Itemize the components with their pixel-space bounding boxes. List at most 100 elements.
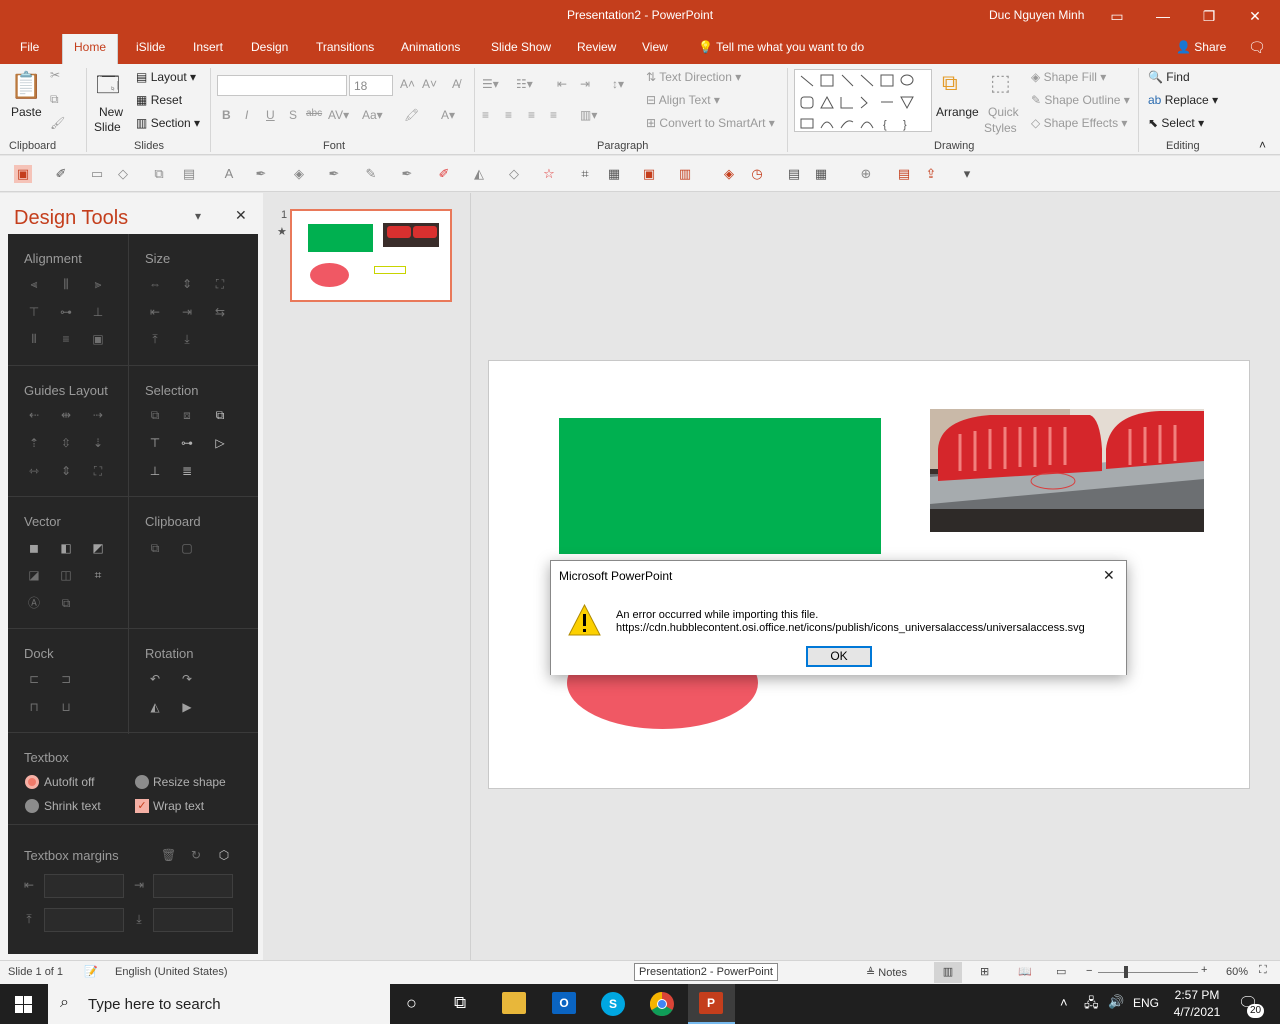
- volume-icon[interactable]: 🔊: [1108, 994, 1124, 1010]
- paste-button[interactable]: Paste: [11, 105, 42, 119]
- align-right-icon[interactable]: ≡: [528, 108, 535, 122]
- dock-top-icon[interactable]: ⊓: [27, 700, 41, 714]
- duplicate-icon[interactable]: ⧉: [59, 596, 73, 610]
- close-pane-icon[interactable]: ✕: [235, 207, 247, 224]
- align-left-icon[interactable]: ≡: [482, 108, 489, 122]
- dock-left-icon[interactable]: ⊏: [27, 672, 41, 686]
- trash-icon[interactable]: 🗑: [161, 848, 176, 862]
- dock-bottom-icon[interactable]: ⊔: [59, 700, 73, 714]
- guide-height-icon[interactable]: ⇕: [59, 464, 73, 478]
- swap-size-icon[interactable]: ⇆: [213, 305, 227, 319]
- share-button[interactable]: 👤 Share: [1170, 34, 1232, 64]
- guide-middle-icon[interactable]: ⇳: [59, 436, 73, 450]
- columns-icon[interactable]: ▥▾: [580, 108, 597, 122]
- wrap-text-checkbox[interactable]: ✓: [135, 799, 149, 813]
- crop-icon[interactable]: ⌗: [576, 165, 594, 183]
- align-middle-icon[interactable]: ⊶: [59, 305, 73, 319]
- character-spacing-icon[interactable]: AV▾: [328, 108, 349, 122]
- rotate-right-icon[interactable]: ↷: [180, 672, 194, 686]
- fragment-icon[interactable]: ◩: [91, 541, 105, 555]
- select-row-icon[interactable]: ≣: [180, 464, 194, 478]
- network-icon[interactable]: 🖧: [1084, 994, 1099, 1016]
- new-slide-icon[interactable]: 🗔: [96, 68, 120, 106]
- tab-file[interactable]: File: [14, 34, 45, 64]
- cut-icon[interactable]: ✂: [50, 68, 60, 82]
- tab-islide[interactable]: iSlide: [130, 34, 171, 64]
- chrome-icon[interactable]: [650, 992, 674, 1016]
- stretch-right-icon[interactable]: ⇥: [180, 305, 194, 319]
- shape-fill-button[interactable]: ◈ Shape Fill ▾: [1031, 70, 1106, 84]
- combine-icon[interactable]: ◧: [59, 541, 73, 555]
- shape-icon[interactable]: ◇: [505, 165, 523, 183]
- copy-icon[interactable]: ⧉: [50, 92, 59, 107]
- same-size-icon[interactable]: ⛶: [213, 277, 227, 291]
- increase-indent-icon[interactable]: ⇥: [580, 77, 590, 91]
- distribute-vertical-icon[interactable]: ≡: [59, 332, 73, 346]
- cortana-icon[interactable]: ○: [406, 993, 417, 1014]
- strikethrough-icon[interactable]: abc: [306, 108, 322, 119]
- stretch-top-icon[interactable]: ⤒: [148, 332, 162, 346]
- spellcheck-icon[interactable]: 📝: [84, 965, 98, 978]
- guide-frame-icon[interactable]: ⛶: [91, 464, 105, 478]
- text-to-shape-icon[interactable]: Ⓐ: [27, 596, 41, 610]
- dialog-close-icon[interactable]: ✕: [1103, 567, 1115, 584]
- highlight-icon[interactable]: 🖍: [404, 108, 419, 122]
- picture-icon[interactable]: ▦: [605, 165, 623, 183]
- shadow-icon[interactable]: S: [289, 108, 297, 122]
- copy-icon[interactable]: ⧉: [148, 541, 162, 555]
- fit-slide-icon[interactable]: ⛶: [1259, 964, 1267, 977]
- numbering-icon[interactable]: ☷▾: [516, 77, 533, 91]
- powerpoint-taskbar-button[interactable]: P: [688, 984, 735, 1024]
- settings-icon[interactable]: ⬡: [217, 848, 231, 862]
- outlook-icon[interactable]: O: [552, 992, 576, 1014]
- export-icon[interactable]: ▤: [895, 165, 913, 183]
- clear-formatting-icon[interactable]: A̸: [452, 77, 460, 91]
- timer-icon[interactable]: ◷: [748, 165, 766, 183]
- grow-font-icon[interactable]: A˄: [400, 77, 415, 91]
- minimize-button[interactable]: —: [1140, 0, 1186, 32]
- ribbon-display-icon[interactable]: ▭: [1094, 0, 1140, 32]
- same-width-icon[interactable]: ⇔: [148, 277, 162, 291]
- zoom-out-icon[interactable]: −: [1086, 965, 1092, 977]
- language-status[interactable]: English (United States): [115, 966, 228, 978]
- tab-design[interactable]: Design: [245, 34, 294, 64]
- align-text-button[interactable]: ⊟ Align Text ▾: [646, 93, 720, 107]
- reset-button[interactable]: ▦ Reset: [136, 93, 182, 107]
- convert-smartart-button[interactable]: ⊞ Convert to SmartArt ▾: [646, 116, 775, 130]
- italic-icon[interactable]: I: [245, 108, 248, 122]
- zoom-slider[interactable]: [1098, 972, 1198, 973]
- intersect-icon[interactable]: ◪: [27, 568, 41, 582]
- quick-styles-button-line2[interactable]: Styles: [984, 121, 1017, 135]
- align-center-icon[interactable]: ≡: [505, 108, 512, 122]
- align-bottom-icon[interactable]: ⊥: [91, 305, 105, 319]
- bullets-icon[interactable]: ☰▾: [482, 77, 499, 91]
- select-same-icon[interactable]: ⧈: [180, 408, 194, 422]
- align-center-icon[interactable]: ⫼: [59, 277, 73, 291]
- font-color-icon[interactable]: A▾: [441, 108, 455, 122]
- skype-icon[interactable]: S: [601, 992, 625, 1016]
- comments-icon[interactable]: 🗨: [1242, 34, 1272, 64]
- new-slide-button[interactable]: New: [99, 105, 123, 119]
- align-to-slide-icon[interactable]: ▣: [91, 332, 105, 346]
- input-language[interactable]: ENG: [1133, 996, 1159, 1010]
- text-direction-button[interactable]: ⇅ Text Direction ▾: [646, 70, 741, 84]
- font-size-input[interactable]: 18: [349, 75, 393, 96]
- close-window-button[interactable]: ✕: [1232, 0, 1278, 32]
- maximize-button[interactable]: ❐: [1186, 0, 1232, 32]
- select-cursor-icon[interactable]: ▷: [213, 436, 227, 450]
- notes-button[interactable]: ≜ Notes: [866, 966, 907, 979]
- basket-picture[interactable]: [930, 409, 1204, 532]
- layout-button[interactable]: ▤ Layout ▾: [136, 70, 196, 84]
- decrease-indent-icon[interactable]: ⇤: [557, 77, 567, 91]
- file-explorer-icon[interactable]: [502, 992, 526, 1014]
- font-icon[interactable]: A: [220, 165, 238, 183]
- tab-insert[interactable]: Insert: [187, 34, 229, 64]
- guide-right-icon[interactable]: ⇢: [91, 408, 105, 422]
- shapes-gallery[interactable]: {}: [794, 69, 932, 132]
- guide-center-icon[interactable]: ⇹: [59, 408, 73, 422]
- arrange-icon[interactable]: ⧉: [942, 70, 958, 96]
- ok-button[interactable]: OK: [806, 646, 872, 667]
- shrink-font-icon[interactable]: A˅: [422, 77, 437, 91]
- margin-right-input[interactable]: [153, 874, 233, 898]
- taskbar-search[interactable]: ⌕ Type here to search: [48, 984, 390, 1024]
